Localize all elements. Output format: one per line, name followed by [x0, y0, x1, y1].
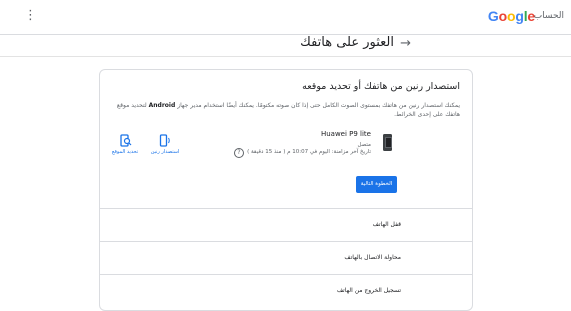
locate-label: تحديد الموقع — [111, 149, 139, 155]
option-label: محاولة الاتصال بالهاتف — [344, 254, 401, 261]
back-arrow-icon[interactable]: → — [400, 36, 411, 51]
logo-letter: G — [487, 8, 499, 24]
ring-label: استصدار رنين — [150, 149, 180, 155]
option-label: قفل الهاتف — [372, 221, 401, 228]
logo-letter: o — [498, 8, 508, 24]
page-header: → العثور على هاتفك — [0, 34, 571, 57]
page-title: العثور على هاتفك — [300, 35, 394, 50]
locate-button[interactable]: تحديد الموقع — [105, 134, 145, 155]
option-row-signout[interactable]: تسجيل الخروج من الهاتف — [100, 274, 472, 308]
card-description: يمكنك استصدار رنين من هاتفك بمستوى الصوت… — [112, 101, 460, 119]
ring-button[interactable]: استصدار رنين — [145, 134, 185, 155]
logo-letter: o — [506, 8, 516, 24]
phone-ring-icon — [145, 134, 185, 148]
device-name: Huawei P9 lite — [320, 130, 371, 138]
option-row-lock[interactable]: قفل الهاتف — [100, 208, 472, 242]
help-icon[interactable]: ? — [234, 148, 244, 158]
description-text: يمكنك استصدار رنين من هاتفك بمستوى الصوت… — [177, 102, 460, 109]
logo-letter: g — [515, 8, 524, 24]
device-status: متصل — [357, 142, 371, 148]
option-label: تسجيل الخروج من الهاتف — [336, 287, 401, 294]
find-phone-card: استصدار رنين من هاتفك أو تحديد موقعه يمك… — [99, 69, 473, 311]
google-logo[interactable]: Google — [488, 8, 535, 24]
description-brand: Android — [148, 102, 176, 109]
top-bar: Google الحساب ⋮ — [0, 0, 571, 35]
next-step-button[interactable]: الخطوة التالية — [356, 176, 397, 193]
more-vert-icon[interactable]: ⋮ — [24, 8, 37, 24]
locate-device-icon — [105, 134, 145, 148]
option-row-call[interactable]: محاولة الاتصال بالهاتف — [100, 241, 472, 275]
device-last-sync: تاريخ آخر مزامنة: اليوم في 10:07 م ( منذ… — [247, 149, 371, 155]
account-label[interactable]: الحساب — [534, 11, 564, 21]
phone-icon — [383, 134, 392, 151]
card-title: استصدار رنين من هاتفك أو تحديد موقعه — [302, 81, 460, 92]
